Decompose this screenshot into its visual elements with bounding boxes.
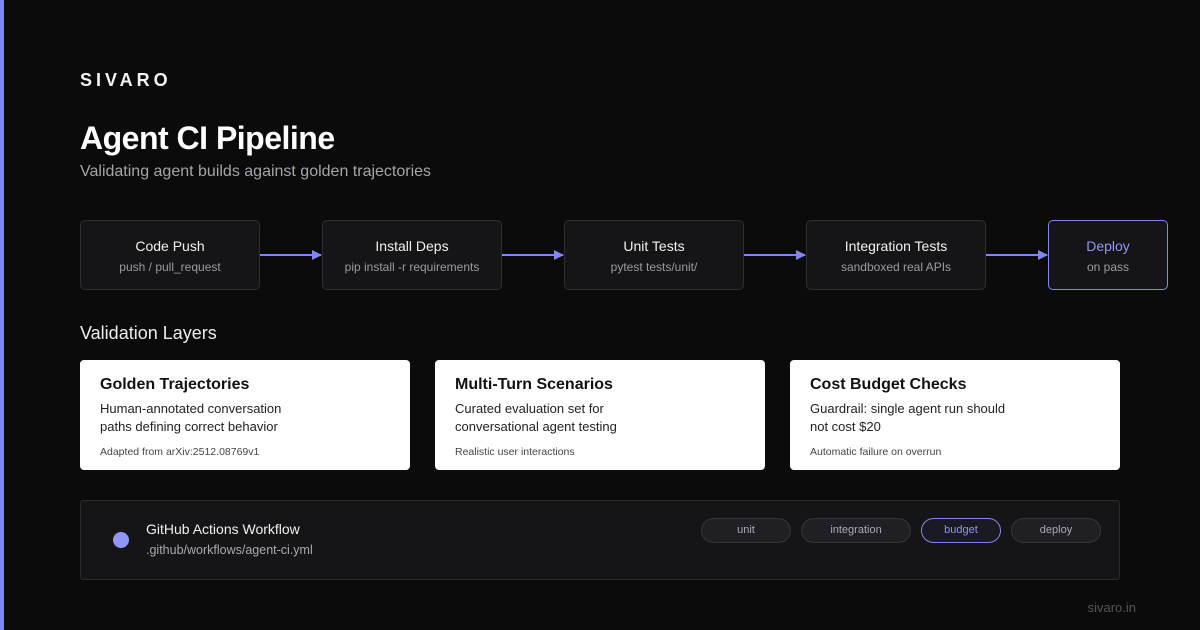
stage-subtitle: push / pull_request — [119, 260, 221, 274]
tag-deploy: deploy — [1011, 518, 1101, 543]
card-description: Guardrail: single agent run should not c… — [810, 401, 1006, 434]
stage-deploy: Deploy on pass — [1048, 220, 1168, 290]
accent-bar — [0, 0, 4, 630]
stage-title: Install Deps — [375, 238, 449, 254]
workflow-panel: GitHub Actions Workflow .github/workflow… — [80, 500, 1120, 580]
card-description: Curated evaluation set for conversationa… — [455, 401, 617, 434]
stage-code-push: Code Push push / pull_request — [80, 220, 260, 290]
card-title: Cost Budget Checks — [810, 376, 967, 393]
card-title: Golden Trajectories — [100, 376, 250, 393]
stage-subtitle: on pass — [1086, 260, 1130, 274]
card-multi-turn-scenarios: Multi-Turn Scenarios Curated evaluation … — [435, 360, 765, 470]
stage-title: Deploy — [1086, 238, 1130, 254]
card-footnote: Realistic user interactions — [455, 446, 575, 458]
stage-integration-tests: Integration Tests sandboxed real APIs — [806, 220, 986, 290]
workflow-name: GitHub Actions Workflow — [146, 521, 300, 537]
brand-logo: SIVARO — [80, 70, 172, 90]
card-footnote: Automatic failure on overrun — [810, 446, 942, 458]
workflow-path: .github/workflows/agent-ci.yml — [146, 543, 313, 557]
card-title: Multi-Turn Scenarios — [455, 376, 613, 393]
stage-subtitle: pip install -r requirements — [344, 260, 480, 274]
card-description: Human-annotated conversation paths defin… — [100, 401, 282, 434]
stage-title: Code Push — [135, 238, 205, 254]
stage-title: Unit Tests — [623, 238, 685, 254]
card-footnote: Adapted from arXiv:2512.08769v1 — [100, 446, 260, 458]
card-golden-trajectories: Golden Trajectories Human-annotated conv… — [80, 360, 410, 470]
footer-url[interactable]: sivaro.in — [1088, 600, 1136, 615]
tag-integration: integration — [801, 518, 911, 543]
stage-title: Integration Tests — [844, 238, 948, 254]
status-dot-icon — [113, 532, 129, 548]
card-cost-budget-checks: Cost Budget Checks Guardrail: single age… — [790, 360, 1120, 470]
section-title: Validation Layers — [80, 323, 217, 343]
stage-subtitle: pytest tests/unit/ — [610, 260, 698, 274]
stage-unit-tests: Unit Tests pytest tests/unit/ — [564, 220, 744, 290]
page-title: Agent CI Pipeline — [80, 120, 335, 156]
tag-unit: unit — [701, 518, 791, 543]
stage-subtitle: sandboxed real APIs — [840, 260, 952, 274]
page-subtitle: Validating agent builds against golden t… — [80, 163, 432, 180]
tag-budget: budget — [921, 518, 1001, 543]
stage-install-deps: Install Deps pip install -r requirements — [322, 220, 502, 290]
